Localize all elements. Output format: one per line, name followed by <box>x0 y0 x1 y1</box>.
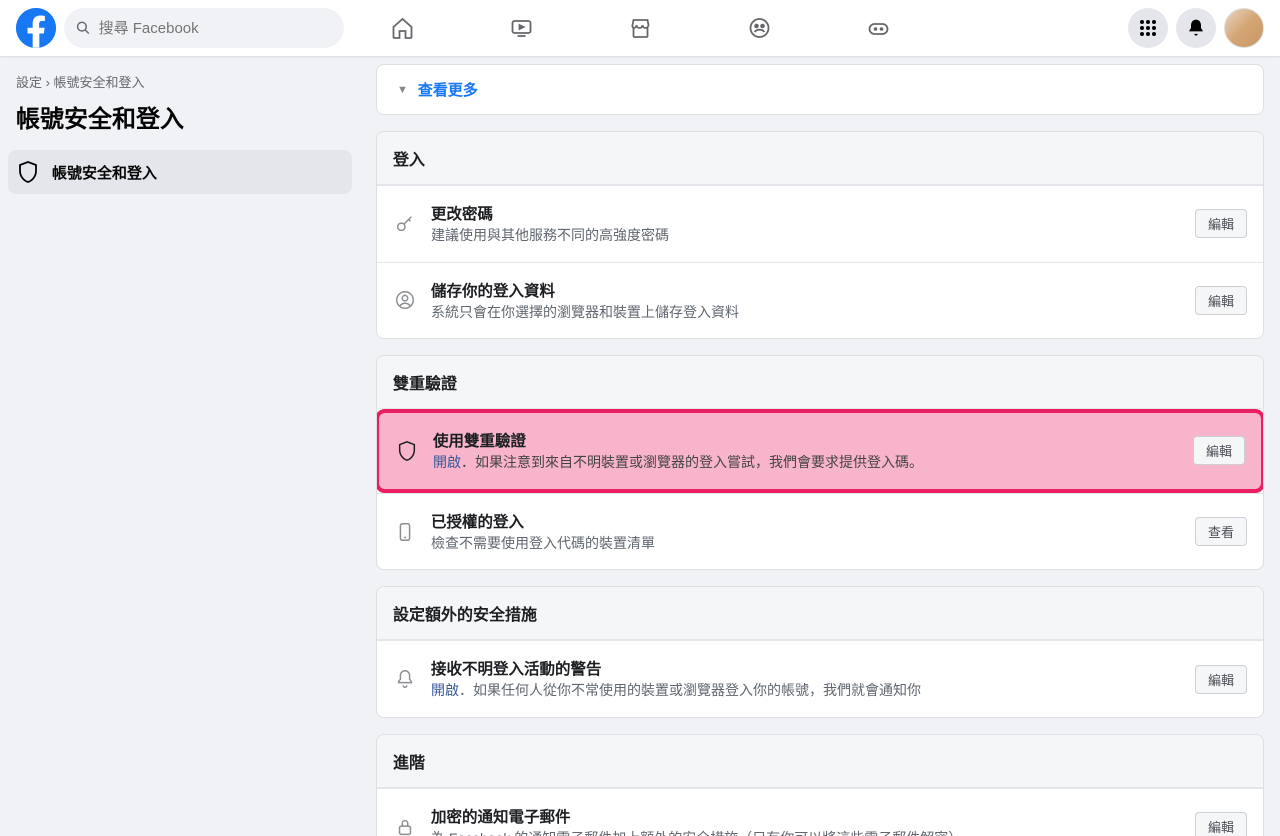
watch-icon <box>509 16 533 40</box>
gaming-icon <box>866 16 890 40</box>
row-title: 儲存你的登入資料 <box>431 279 1181 301</box>
row-change-password[interactable]: 更改密碼 建議使用與其他服務不同的高強度密碼 編輯 <box>377 185 1263 262</box>
home-icon <box>390 16 414 40</box>
row-title: 使用雙重驗證 <box>433 429 1179 451</box>
row-sub: 開啟．如果注意到來自不明裝置或瀏覽器的登入嘗試，我們會要求提供登入碼。 <box>433 453 1179 473</box>
section-header: 登入 <box>377 132 1263 185</box>
lock-icon <box>394 816 416 836</box>
row-sub: 建議使用與其他服務不同的高強度密碼 <box>431 226 1181 246</box>
nav-watch[interactable] <box>466 0 577 56</box>
sidebar: 設定 › 帳號安全和登入 帳號安全和登入 帳號安全和登入 <box>0 56 360 836</box>
row-title: 已授權的登入 <box>431 510 1181 532</box>
section-advanced: 進階 加密的通知電子郵件 為 Facebook 的通知電子郵件加上額外的安全措施… <box>376 734 1264 836</box>
key-icon <box>394 213 416 235</box>
breadcrumb: 設定 › 帳號安全和登入 <box>8 72 352 95</box>
search-input[interactable] <box>99 20 332 37</box>
section-header: 設定額外的安全措施 <box>377 587 1263 640</box>
section-extra: 設定額外的安全措施 接收不明登入活動的警告 開啟．如果任何人從你不常使用的裝置或… <box>376 586 1264 718</box>
row-authorized-logins[interactable]: 已授權的登入 檢查不需要使用登入代碼的裝置清單 查看 <box>377 493 1263 570</box>
notifications-button[interactable] <box>1176 8 1216 48</box>
user-circle-icon <box>394 289 416 311</box>
edit-button[interactable]: 編輯 <box>1195 665 1247 694</box>
navbar-right <box>1128 8 1264 48</box>
section-header: 進階 <box>377 735 1263 788</box>
row-sub: 檢查不需要使用登入代碼的裝置清單 <box>431 534 1181 554</box>
section-login: 登入 更改密碼 建議使用與其他服務不同的高強度密碼 編輯 儲存你的登入資料 系統… <box>376 131 1264 339</box>
row-sub: 開啟．如果任何人從你不常使用的裝置或瀏覽器登入你的帳號，我們就會通知你 <box>431 681 1181 701</box>
row-encrypted-emails[interactable]: 加密的通知電子郵件 為 Facebook 的通知電子郵件加上額外的安全措施（只有… <box>377 788 1263 836</box>
facebook-logo[interactable] <box>16 8 56 48</box>
marketplace-icon <box>628 16 652 40</box>
row-sub: 為 Facebook 的通知電子郵件加上額外的安全措施（只有你可以將這些電子郵件… <box>431 829 1181 836</box>
nav-groups[interactable] <box>704 0 815 56</box>
shield-icon <box>396 440 418 462</box>
row-title: 加密的通知電子郵件 <box>431 805 1181 827</box>
shield-icon <box>16 160 40 184</box>
menu-button[interactable] <box>1128 8 1168 48</box>
edit-button[interactable]: 編輯 <box>1195 286 1247 315</box>
navbar-left <box>16 8 344 48</box>
sidebar-item-label: 帳號安全和登入 <box>52 162 157 183</box>
menu-grid-icon <box>1138 18 1158 38</box>
groups-icon <box>747 16 771 40</box>
section-tfa: 雙重驗證 使用雙重驗證 開啟．如果注意到來自不明裝置或瀏覽器的登入嘗試，我們會要… <box>376 355 1264 570</box>
page-title: 帳號安全和登入 <box>8 95 352 150</box>
user-avatar[interactable] <box>1224 8 1264 48</box>
bell-outline-icon <box>394 668 416 690</box>
view-button[interactable]: 查看 <box>1195 517 1247 546</box>
row-sub: 系統只會在你選擇的瀏覽器和裝置上儲存登入資料 <box>431 303 1181 323</box>
navbar <box>0 0 1280 56</box>
status-on: 開啟 <box>433 454 461 470</box>
nav-marketplace[interactable] <box>585 0 696 56</box>
section-header: 雙重驗證 <box>377 356 1263 409</box>
edit-button[interactable]: 編輯 <box>1195 812 1247 836</box>
search-icon <box>76 20 91 36</box>
caret-down-icon: ▼ <box>397 84 408 96</box>
main-content: ▼ 查看更多 登入 更改密碼 建議使用與其他服務不同的高強度密碼 編輯 儲存你的… <box>360 56 1280 836</box>
row-use-tfa[interactable]: 使用雙重驗證 開啟．如果注意到來自不明裝置或瀏覽器的登入嘗試，我們會要求提供登入… <box>376 409 1264 493</box>
row-save-login[interactable]: 儲存你的登入資料 系統只會在你選擇的瀏覽器和裝置上儲存登入資料 編輯 <box>377 262 1263 339</box>
sidebar-item-security[interactable]: 帳號安全和登入 <box>8 150 352 194</box>
edit-button[interactable]: 編輯 <box>1195 209 1247 238</box>
search-box[interactable] <box>64 8 344 48</box>
status-on: 開啟 <box>431 682 459 698</box>
phone-icon <box>394 521 416 543</box>
see-more-label: 查看更多 <box>418 79 478 100</box>
see-more-section: ▼ 查看更多 <box>376 64 1264 115</box>
nav-home[interactable] <box>347 0 458 56</box>
row-title: 更改密碼 <box>431 202 1181 224</box>
nav-gaming[interactable] <box>823 0 934 56</box>
navbar-center-tabs <box>347 0 934 56</box>
see-more-link[interactable]: ▼ 查看更多 <box>397 79 1243 100</box>
bell-icon <box>1186 18 1206 38</box>
edit-button[interactable]: 編輯 <box>1193 436 1245 465</box>
row-login-alerts[interactable]: 接收不明登入活動的警告 開啟．如果任何人從你不常使用的裝置或瀏覽器登入你的帳號，… <box>377 640 1263 717</box>
row-title: 接收不明登入活動的警告 <box>431 657 1181 679</box>
